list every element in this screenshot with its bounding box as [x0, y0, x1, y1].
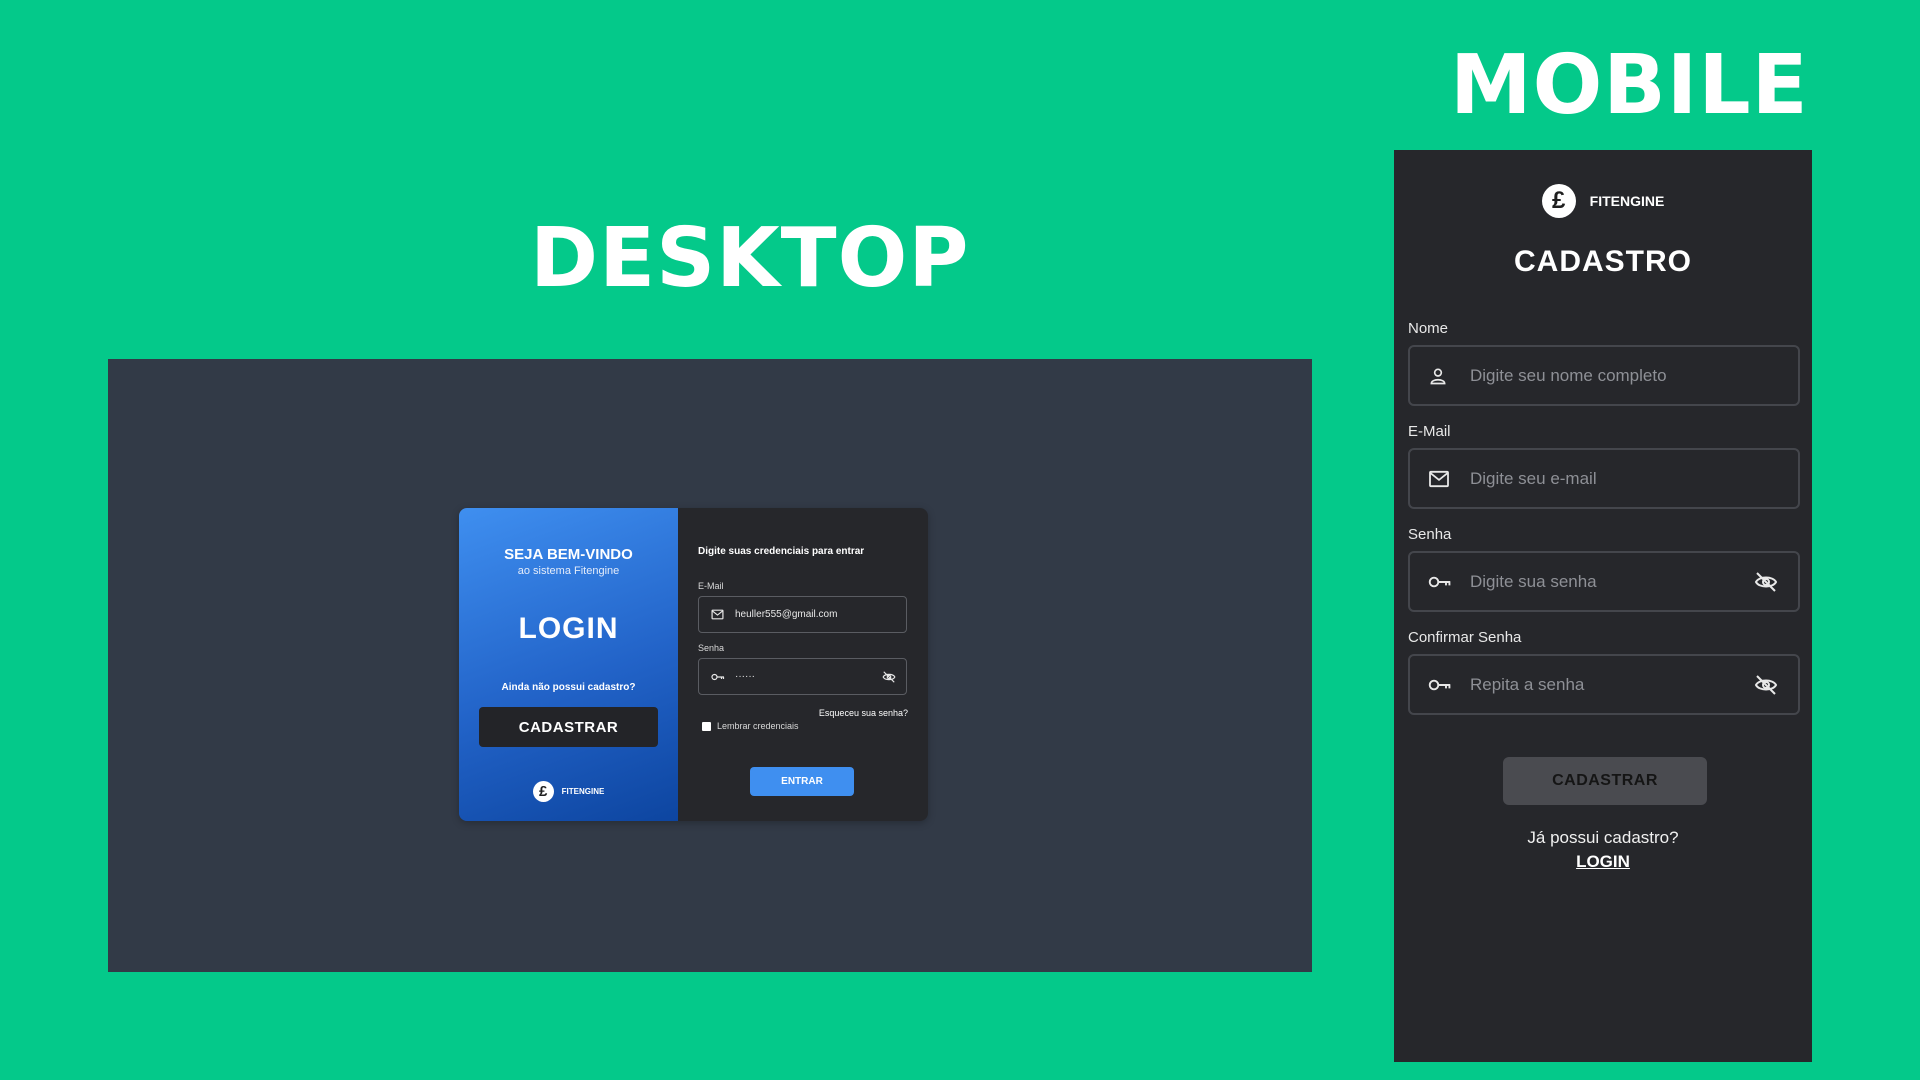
mobile-preview: £ FITENGINE CADASTRO Nome Digite seu nom… [1394, 150, 1812, 1062]
password-placeholder: Digite sua senha [1470, 571, 1597, 591]
key-icon [711, 670, 725, 684]
confirm-password-placeholder: Repita a senha [1470, 674, 1585, 694]
signup-button[interactable]: CADASTRAR [479, 707, 658, 747]
key-icon [1428, 673, 1452, 697]
name-label: Nome [1408, 320, 1449, 337]
remember-checkbox[interactable] [702, 721, 711, 731]
brand: £ FITENGINE [1394, 184, 1812, 218]
name-field[interactable]: Digite seu nome completo [1408, 345, 1800, 406]
enter-button[interactable]: ENTRAR [750, 767, 854, 796]
welcome-panel: SEJA BEM-VINDO ao sistema Fitengine LOGI… [459, 508, 678, 821]
credentials-panel: Digite suas credenciais para entrar E-Ma… [678, 508, 928, 821]
login-card: SEJA BEM-VINDO ao sistema Fitengine LOGI… [459, 508, 928, 821]
remember-label: Lembrar credenciais [717, 721, 799, 731]
email-value: heuller555@gmail.com [735, 609, 838, 620]
email-label: E-Mail [1408, 423, 1451, 440]
name-placeholder: Digite seu nome completo [1470, 365, 1667, 385]
password-field[interactable]: ······ [698, 658, 907, 695]
credentials-title: Digite suas credenciais para entrar [698, 546, 865, 557]
desktop-heading: DESKTOP [530, 211, 970, 306]
email-field[interactable]: Digite seu e-mail [1408, 448, 1800, 509]
login-title: LOGIN [518, 612, 619, 645]
signup-button[interactable]: CADASTRAR [1503, 757, 1707, 805]
eye-off-icon[interactable] [1754, 673, 1778, 697]
eye-off-icon[interactable] [1754, 570, 1778, 594]
welcome-subtitle: ao sistema Fitengine [517, 565, 620, 577]
email-field[interactable]: heuller555@gmail.com [698, 596, 907, 633]
user-icon [1428, 364, 1452, 388]
password-label: Senha [1408, 526, 1452, 543]
desktop-preview: SEJA BEM-VINDO ao sistema Fitengine LOGI… [108, 359, 1312, 972]
mail-icon [711, 608, 725, 622]
brand-name: FITENGINE [1589, 193, 1665, 209]
confirm-password-label: Confirmar Senha [1408, 629, 1522, 646]
password-value: ······ [735, 671, 755, 682]
remember-credentials[interactable]: Lembrar credenciais [702, 721, 799, 731]
page-title: CADASTRO [1514, 245, 1692, 278]
forgot-password-link[interactable]: Esqueceu sua senha? [819, 708, 908, 718]
login-link[interactable]: LOGIN [1394, 852, 1812, 872]
email-label: E-Mail [698, 581, 724, 591]
brand: £ FITENGINE [459, 781, 678, 802]
key-icon [1428, 570, 1452, 594]
no-account-text: Ainda não possui cadastro? [501, 682, 636, 693]
welcome-title: SEJA BEM-VINDO [504, 546, 633, 563]
email-placeholder: Digite seu e-mail [1470, 468, 1597, 488]
password-label: Senha [698, 643, 725, 653]
has-account-text: Já possui cadastro? [1527, 828, 1679, 847]
mobile-heading: MOBILE [1450, 38, 1809, 133]
brand-logo-icon: £ [1541, 184, 1576, 218]
password-field[interactable]: Digite sua senha [1408, 551, 1800, 612]
brand-name: FITENGINE [561, 787, 605, 796]
mail-icon [1428, 467, 1452, 491]
brand-logo-icon: £ [532, 781, 554, 802]
confirm-password-field[interactable]: Repita a senha [1408, 654, 1800, 715]
eye-off-icon[interactable] [882, 670, 896, 684]
